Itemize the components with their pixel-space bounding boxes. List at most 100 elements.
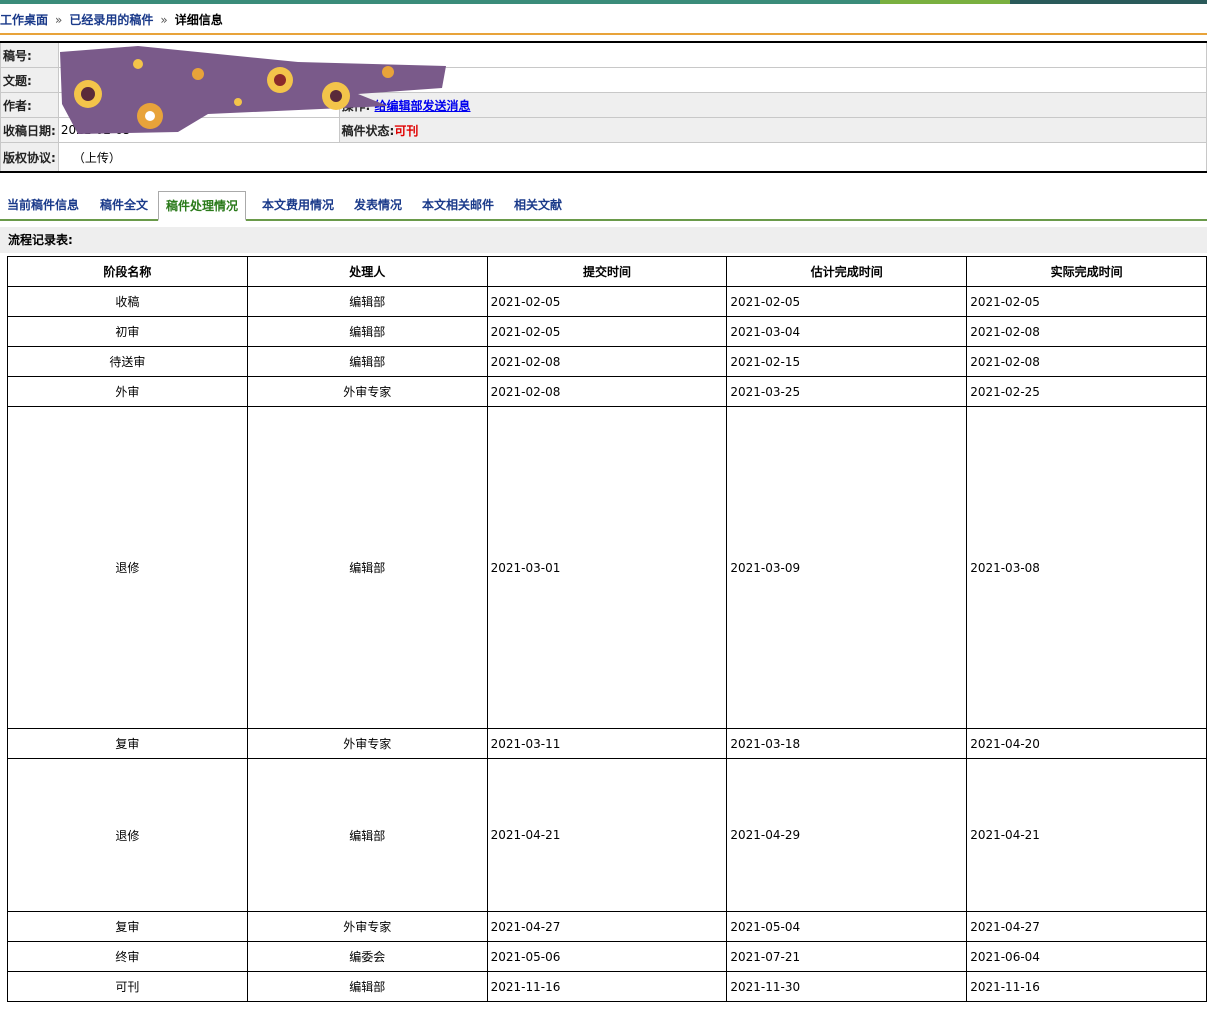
handler-cell: 编辑部 (246, 286, 488, 317)
table-row: 退修 编辑部 2021-03-01 2021-03-09 2021-03-08 (7, 406, 1207, 729)
handler-cell: 编辑部 (246, 346, 488, 377)
actual-time-cell: 2021-02-05 (966, 286, 1207, 317)
handler-cell: 编辑部 (246, 316, 488, 347)
stage-cell: 终审 (7, 941, 248, 972)
breadcrumb-separator: » (55, 13, 63, 27)
stage-cell: 初审 (7, 316, 248, 347)
submit-time-cell: 2021-05-06 (486, 941, 728, 972)
stage-cell: 可刊 (7, 971, 248, 1002)
stage-cell: 复审 (7, 728, 248, 759)
breadcrumb-home-link[interactable]: 工作桌面 (0, 13, 48, 27)
tab-publication[interactable]: 发表情况 (347, 191, 409, 219)
tab-related-emails[interactable]: 本文相关邮件 (415, 191, 501, 219)
col-header-stage: 阶段名称 (7, 256, 248, 287)
table-row: 外审 外审专家 2021-02-08 2021-03-25 2021-02-25 (7, 376, 1207, 407)
submit-time-cell: 2021-02-08 (486, 376, 728, 407)
submit-time-cell: 2021-02-05 (486, 286, 728, 317)
stage-cell: 收稿 (7, 286, 248, 317)
estimated-time-cell: 2021-02-05 (726, 286, 968, 317)
author-value (57, 92, 340, 118)
section-title: 流程记录表: (0, 227, 1207, 253)
stage-cell: 退修 (7, 758, 248, 912)
tab-bar: 当前稿件信息 稿件全文 稿件处理情况 本文费用情况 发表情况 本文相关邮件 相关… (0, 188, 1207, 221)
actual-time-cell: 2021-04-21 (966, 758, 1207, 912)
send-message-link[interactable]: 给编辑部发送消息 (375, 99, 471, 113)
title-value (57, 67, 1207, 93)
status-label: 稿件状态: (341, 123, 395, 138)
handler-cell: 外审专家 (246, 376, 488, 407)
handler-cell: 编辑部 (246, 406, 488, 729)
estimated-time-cell: 2021-04-29 (726, 758, 968, 912)
table-row: 终审 编委会 2021-05-06 2021-07-21 2021-06-04 (7, 941, 1207, 972)
handler-cell: 编委会 (246, 941, 488, 972)
tab-processing-status[interactable]: 稿件处理情况 (158, 191, 247, 221)
estimated-time-cell: 2021-05-04 (726, 911, 968, 942)
stage-cell: 退修 (7, 406, 248, 729)
table-row: 复审 外审专家 2021-03-11 2021-03-18 2021-04-20 (7, 728, 1207, 759)
table-row: 初审 编辑部 2021-02-05 2021-03-04 2021-02-08 (7, 316, 1207, 347)
actual-time-cell: 2021-02-25 (966, 376, 1207, 407)
status-value: 可刊 (394, 123, 419, 138)
table-row: 可刊 编辑部 2021-11-16 2021-11-30 2021-11-16 (7, 971, 1207, 1002)
handler-cell: 外审专家 (246, 728, 488, 759)
stage-cell: 外审 (7, 376, 248, 407)
actual-time-cell: 2021-11-16 (966, 971, 1207, 1002)
tab-related-literature[interactable]: 相关文献 (507, 191, 569, 219)
col-header-estimated-time: 估计完成时间 (726, 256, 968, 287)
handler-cell: 编辑部 (246, 758, 488, 912)
manuscript-info-table: 稿号: 文题: 作者: 操作: 给编辑部发送消息 收稿日期: 2021-02-0… (0, 41, 1207, 173)
copyright-label: 版权协议: (0, 142, 59, 173)
col-header-actual-time: 实际完成时间 (966, 256, 1207, 287)
submit-time-cell: 2021-04-21 (486, 758, 728, 912)
actual-time-cell: 2021-06-04 (966, 941, 1207, 972)
table-row: 复审 外审专家 2021-04-27 2021-05-04 2021-04-27 (7, 911, 1207, 942)
status-cell: 稿件状态:可刊 (338, 117, 1207, 143)
divider (0, 33, 1207, 35)
copyright-upload-link[interactable]: （上传） (57, 142, 1207, 173)
id-label: 稿号: (0, 41, 59, 68)
table-row: 待送审 编辑部 2021-02-08 2021-02-15 2021-02-08 (7, 346, 1207, 377)
stage-cell: 复审 (7, 911, 248, 942)
actual-time-cell: 2021-04-27 (966, 911, 1207, 942)
submit-time-cell: 2021-03-01 (486, 406, 728, 729)
table-row: 收稿 编辑部 2021-02-05 2021-02-05 2021-02-05 (7, 286, 1207, 317)
operation-label: 操作: (341, 98, 371, 113)
operation-cell: 操作: 给编辑部发送消息 (338, 92, 1207, 118)
submit-time-cell: 2021-02-05 (486, 316, 728, 347)
breadcrumb-separator: » (160, 13, 168, 27)
estimated-time-cell: 2021-03-18 (726, 728, 968, 759)
submit-time-cell: 2021-04-27 (486, 911, 728, 942)
actual-time-cell: 2021-04-20 (966, 728, 1207, 759)
estimated-time-cell: 2021-02-15 (726, 346, 968, 377)
id-value (57, 41, 1207, 68)
actual-time-cell: 2021-03-08 (966, 406, 1207, 729)
col-header-submit-time: 提交时间 (486, 256, 728, 287)
tab-fees[interactable]: 本文费用情况 (255, 191, 341, 219)
actual-time-cell: 2021-02-08 (966, 316, 1207, 347)
tab-full-text[interactable]: 稿件全文 (93, 191, 155, 219)
estimated-time-cell: 2021-07-21 (726, 941, 968, 972)
estimated-time-cell: 2021-03-04 (726, 316, 968, 347)
estimated-time-cell: 2021-03-25 (726, 376, 968, 407)
received-date-label: 收稿日期: (0, 117, 59, 143)
received-date-value: 2021-02-05 (57, 117, 340, 143)
author-label: 作者: (0, 92, 59, 118)
top-color-bar (0, 0, 1207, 4)
stage-cell: 待送审 (7, 346, 248, 377)
estimated-time-cell: 2021-03-09 (726, 406, 968, 729)
breadcrumb-list-link[interactable]: 已经录用的稿件 (69, 13, 153, 27)
breadcrumb: 工作桌面 » 已经录用的稿件 » 详细信息 (0, 8, 223, 32)
handler-cell: 外审专家 (246, 911, 488, 942)
flow-record-table: 阶段名称 处理人 提交时间 估计完成时间 实际完成时间 收稿 编辑部 2021-… (7, 256, 1207, 1002)
tab-current-info[interactable]: 当前稿件信息 (0, 191, 86, 219)
title-label: 文题: (0, 67, 59, 93)
handler-cell: 编辑部 (246, 971, 488, 1002)
submit-time-cell: 2021-02-08 (486, 346, 728, 377)
submit-time-cell: 2021-03-11 (486, 728, 728, 759)
submit-time-cell: 2021-11-16 (486, 971, 728, 1002)
col-header-handler: 处理人 (246, 256, 488, 287)
breadcrumb-current: 详细信息 (174, 13, 223, 27)
estimated-time-cell: 2021-11-30 (726, 971, 968, 1002)
actual-time-cell: 2021-02-08 (966, 346, 1207, 377)
table-row: 退修 编辑部 2021-04-21 2021-04-29 2021-04-21 (7, 758, 1207, 912)
